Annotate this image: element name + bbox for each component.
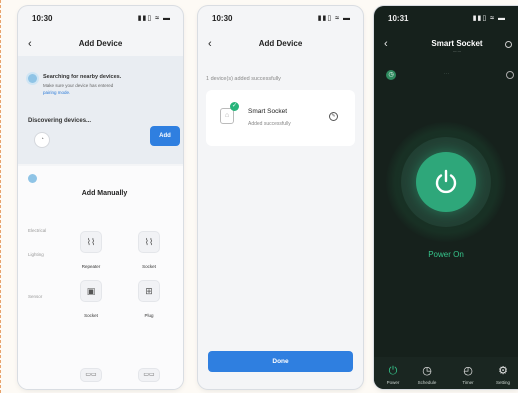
pairing-hint: Make sure your device has entered — [43, 83, 114, 88]
status-dots: · · · — [444, 72, 450, 76]
tile-label: Plug — [144, 313, 154, 318]
discovered-device-icon: ◔ — [34, 132, 50, 148]
nav-power[interactable]: ⏻ Power — [378, 364, 408, 385]
clock-icon: ◷ — [422, 365, 432, 377]
nav-label: Power — [386, 380, 400, 385]
more-icon[interactable] — [505, 41, 512, 48]
back-arrow-icon[interactable]: ‹ — [384, 38, 388, 50]
status-bar: 10:30 ▮▮▯ ≈ ▬ — [212, 14, 351, 26]
radar-icon — [28, 74, 37, 83]
info-icon[interactable] — [506, 71, 514, 79]
gear-icon: ⚙ — [498, 365, 508, 377]
page-title: Add Device — [258, 39, 303, 48]
status-time: 10:30 — [212, 14, 233, 23]
power-icon — [435, 169, 457, 194]
category-electrical[interactable]: Electrical — [28, 228, 64, 234]
status-time: 10:30 — [32, 14, 53, 23]
socket-icon[interactable]: ▣ — [80, 280, 102, 302]
power-state-label: Power On — [428, 250, 464, 259]
nav-timer[interactable]: ◴ Timer — [453, 364, 483, 385]
manual-title: Add Manually — [81, 190, 128, 197]
dashed-edge — [0, 0, 3, 393]
searching-text: Searching for nearby devices. — [43, 74, 122, 80]
strip-icon[interactable]: ▭▭ — [138, 368, 160, 382]
strip-icon[interactable]: ▭▭ — [80, 368, 102, 382]
timer-icon: ◴ — [463, 365, 473, 377]
discovering-label: Discovering devices... — [28, 118, 92, 124]
plug-icon[interactable]: ⊞ — [138, 280, 160, 302]
status-time: 10:31 — [388, 14, 409, 23]
status-icons: ▮▮▯ ≈ ▬ — [317, 15, 351, 22]
edit-icon[interactable]: ✎ — [329, 112, 338, 121]
phone-add-device-search: 10:30 ▮▮▯ ≈ ▬ ‹ Add Device Searching for… — [18, 6, 183, 389]
bottom-nav: ⏻ Power ◷ Schedule ◴ Timer ⚙ Setting — [374, 357, 518, 389]
switch-icon[interactable]: ⌇⌇ — [80, 231, 102, 253]
nav-label: Timer — [462, 380, 474, 385]
tile-label: Repeater — [81, 264, 101, 269]
status-icons: ▮▮▯ ≈ ▬ — [137, 15, 171, 22]
power-toggle-button[interactable] — [416, 152, 476, 212]
add-button[interactable]: Add — [150, 126, 180, 146]
nav-schedule[interactable]: ◷ Schedule — [412, 364, 442, 385]
device-status: Added successfully — [248, 121, 291, 127]
device-name: Smart Socket — [248, 108, 288, 115]
done-button[interactable]: Done — [208, 351, 353, 372]
nav-setting[interactable]: ⚙ Setting — [488, 364, 518, 385]
check-icon: ✓ — [230, 102, 239, 111]
added-count-text: 1 device(s) added successfully — [206, 76, 281, 82]
page-title: Add Device — [78, 39, 123, 48]
socket-icon[interactable]: ⌇⌇ — [138, 231, 160, 253]
status-icons: ▮▮▯ ≈ ▬ — [472, 15, 506, 22]
power-icon: ⏻ — [388, 365, 398, 377]
tile-label: Socket — [142, 264, 156, 269]
countdown-icon[interactable]: ◷ — [386, 70, 396, 80]
subtitle-dots: ······· — [452, 50, 462, 54]
nav-label: Setting — [495, 380, 510, 385]
phone-add-device-success: 10:30 ▮▮▯ ≈ ▬ ‹ Add Device 1 device(s) a… — [198, 6, 363, 389]
category-lighting[interactable]: Lighting — [28, 252, 64, 258]
page-title: Smart Socket — [431, 39, 483, 48]
status-bar: 10:30 ▮▮▯ ≈ ▬ — [32, 14, 171, 26]
pairing-mode-link[interactable]: pairing mode. — [43, 90, 70, 95]
status-bar: 10:31 ▮▮▯ ≈ ▬ — [388, 14, 506, 26]
category-sensor[interactable]: Sensor — [28, 294, 64, 300]
manual-icon — [28, 174, 37, 183]
tile-label: Socket — [84, 313, 98, 318]
nav-label: Schedule — [417, 380, 437, 385]
manual-section — [18, 166, 183, 389]
phone-smart-socket-control: 10:31 ▮▮▯ ≈ ▬ ‹ Smart Socket ······· ◷ ·… — [374, 6, 518, 389]
